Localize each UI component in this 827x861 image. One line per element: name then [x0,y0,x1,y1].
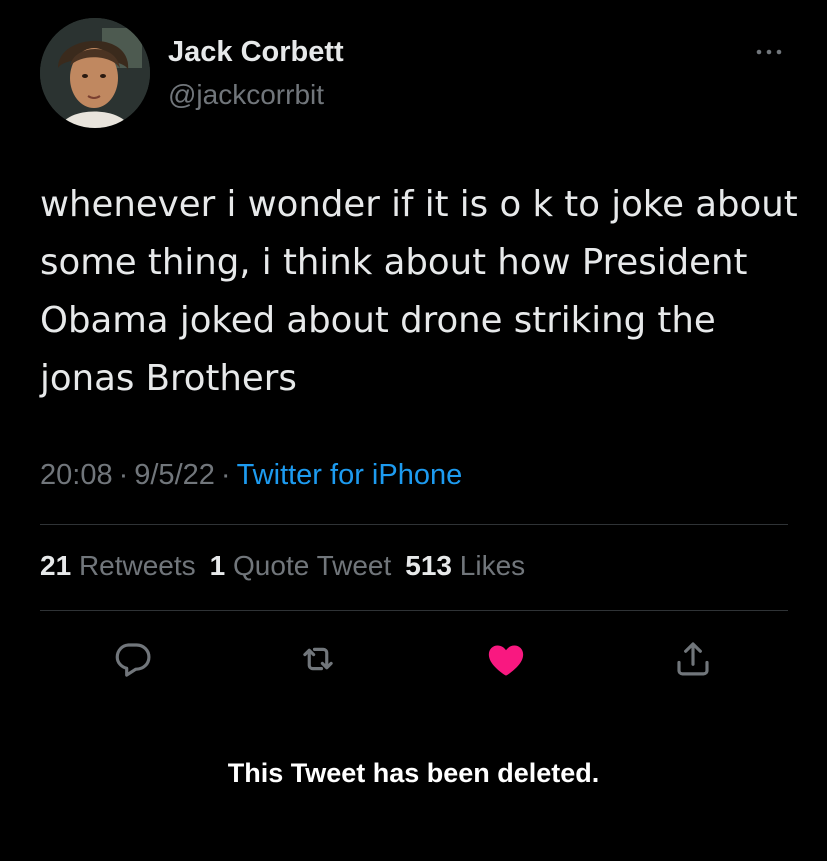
likes-stat[interactable]: 513 Likes [405,550,525,581]
divider [40,610,788,611]
heart-icon [488,645,524,676]
retweets-count: 21 [40,550,72,581]
like-button[interactable] [485,638,527,680]
share-icon [677,642,709,676]
display-name[interactable]: Jack Corbett [168,36,344,69]
retweet-button[interactable] [297,638,339,680]
more-options-icon[interactable] [752,42,786,62]
avatar[interactable] [40,18,150,128]
reply-button[interactable] [112,638,154,680]
tweet-meta: 20:08 · 9/5/22 · Twitter for iPhone [40,459,462,492]
quote-tweets-label: Quote Tweet [233,550,392,581]
tweet-text: whenever i wonder if it is o k to joke a… [40,184,798,399]
likes-count: 513 [405,550,452,581]
deleted-notice: This Tweet has been deleted. [227,758,600,788]
tweet-stats: 21 Retweets 1 Quote Tweet 513 Likes [40,550,539,582]
reply-icon [115,643,151,677]
retweets-label: Retweets [78,550,196,581]
user-handle[interactable]: @jackcorrbit [168,79,324,111]
share-button[interactable] [672,638,714,680]
tweet-time[interactable]: 20:08 [40,459,113,491]
meta-separator: · [118,459,129,491]
meta-separator: · [220,459,231,491]
tweet-date[interactable]: 9/5/22 [134,459,215,491]
tweet-source-link[interactable]: Twitter for iPhone [237,459,463,491]
likes-label: Likes [459,550,526,581]
quote-tweets-count: 1 [209,550,226,581]
retweet-icon [303,647,333,671]
avatar-photo [40,18,150,128]
divider [40,524,788,525]
retweets-stat[interactable]: 21 Retweets [40,550,196,581]
quote-tweets-stat[interactable]: 1 Quote Tweet [210,550,392,581]
